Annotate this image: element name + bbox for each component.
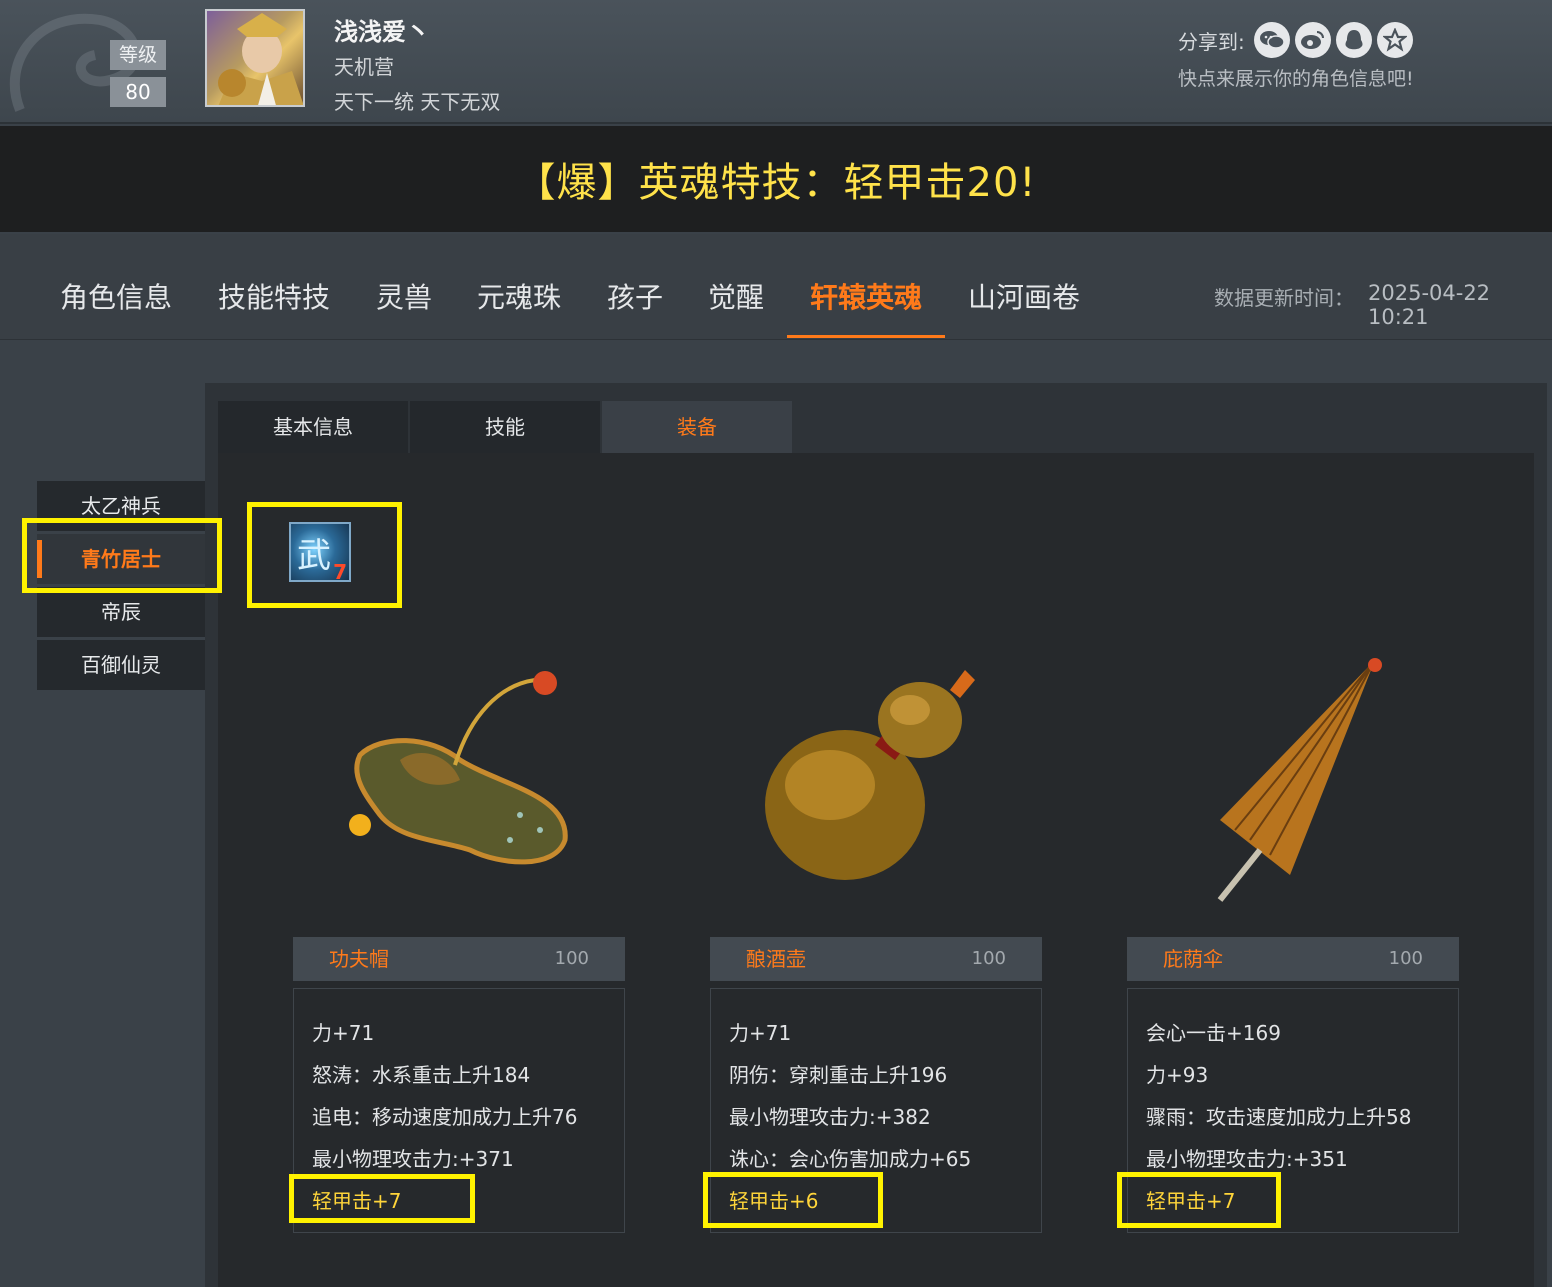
tab-landscape-scroll[interactable]: 山河画卷: [968, 276, 1080, 316]
item-stat: 阴伤：穿刺重击上升196: [729, 1063, 948, 1087]
update-time-value: 2025-04-22 10:21: [1368, 281, 1491, 329]
qzone-star-icon[interactable]: [1377, 22, 1413, 58]
item-level: 100: [1388, 948, 1423, 969]
side-item-dichen[interactable]: 帝辰: [37, 587, 205, 637]
item-stat: 最小物理攻击力:+382: [729, 1105, 931, 1129]
subtab-skills[interactable]: 技能: [410, 401, 600, 453]
highlight-box: [703, 1172, 883, 1228]
tab-xuanyuan-heroes[interactable]: 轩辕英魂: [810, 276, 922, 316]
wechat-icon[interactable]: [1254, 22, 1290, 58]
item-level: 100: [554, 948, 589, 969]
kungfu-hat-icon[interactable]: [340, 665, 580, 885]
level-value: 80: [110, 77, 166, 107]
item-stat: 诛心：会心伤害加成力+65: [729, 1147, 972, 1171]
player-name: 浅浅爱丶: [334, 18, 430, 46]
tab-children[interactable]: 孩子: [607, 276, 663, 316]
side-item-baiyu[interactable]: 百御仙灵: [37, 640, 205, 690]
highlight-box: [22, 518, 222, 593]
item-stat: 追电：移动速度加成力上升76: [312, 1105, 578, 1129]
item-stat: 会心一击+169: [1146, 1021, 1281, 1045]
highlight-box: [289, 1174, 475, 1223]
tab-spirit-beast[interactable]: 灵兽: [376, 276, 432, 316]
item-stat: 力+71: [729, 1021, 792, 1045]
player-server: 天机营: [334, 55, 394, 79]
update-time-label: 数据更新时间：: [1214, 286, 1354, 310]
wine-gourd-icon[interactable]: [755, 660, 985, 890]
item-stat: 最小物理攻击力:+351: [1146, 1147, 1348, 1171]
item-name: 酿酒壶: [746, 947, 806, 971]
qq-icon[interactable]: [1336, 22, 1372, 58]
item-stat: 力+71: [312, 1021, 375, 1045]
announcement-banner: 【爆】英魂特技：轻甲击20!: [0, 126, 1552, 232]
banner-text: 【爆】英魂特技：轻甲击20!: [515, 160, 1037, 206]
item-stat: 最小物理攻击力:+371: [312, 1147, 514, 1171]
profile-header: 等级 80 浅浅爱丶 天机营 天下一统 天下无双 分享到: 快点来展示你的角色信…: [0, 0, 1552, 124]
share-tip: 快点来展示你的角色信息吧!: [1178, 68, 1414, 90]
highlight-box: [247, 502, 402, 608]
player-guild: 天下一统 天下无双: [334, 90, 501, 114]
subtab-equipment[interactable]: 装备: [602, 401, 792, 453]
item-stat: 力+93: [1146, 1063, 1209, 1087]
subtab-basic-info[interactable]: 基本信息: [218, 401, 408, 453]
item-stat: 骤雨：攻击速度加成力上升58: [1146, 1105, 1412, 1129]
parasol-umbrella-icon[interactable]: [1200, 655, 1400, 905]
item-header[interactable]: 功夫帽 100: [293, 937, 625, 981]
share-icons: [1254, 22, 1413, 58]
active-tab-indicator: [787, 335, 945, 338]
highlight-box: [1117, 1172, 1281, 1228]
item-stat: 怒涛：水系重击上升184: [312, 1063, 531, 1087]
tab-awakening[interactable]: 觉醒: [708, 276, 764, 316]
main-nav: 角色信息 技能特技 灵兽 元魂珠 孩子 觉醒 轩辕英魂 山河画卷 数据更新时间：…: [0, 234, 1552, 340]
tab-soul-orb[interactable]: 元魂珠: [477, 276, 561, 316]
level-label: 等级: [110, 40, 166, 70]
item-header[interactable]: 庇荫伞 100: [1127, 937, 1459, 981]
item-name: 功夫帽: [329, 947, 389, 971]
item-level: 100: [971, 948, 1006, 969]
weibo-icon[interactable]: [1295, 22, 1331, 58]
item-header[interactable]: 酿酒壶 100: [710, 937, 1042, 981]
avatar: [205, 9, 305, 107]
tab-skills[interactable]: 技能特技: [218, 276, 330, 316]
share-label: 分享到:: [1178, 30, 1245, 54]
item-name: 庇荫伞: [1163, 947, 1223, 971]
tab-character-info[interactable]: 角色信息: [60, 276, 172, 316]
